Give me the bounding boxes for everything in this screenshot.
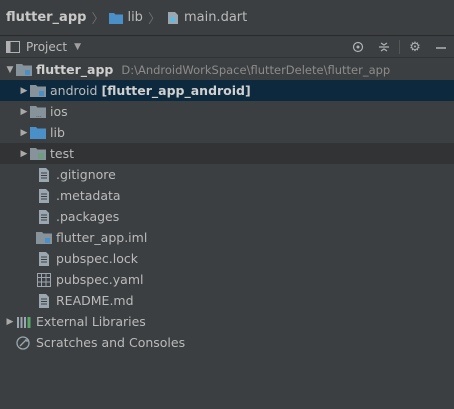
- expand-arrow-icon[interactable]: ▶: [18, 149, 30, 159]
- tree-file-metadata[interactable]: .metadata: [0, 185, 454, 206]
- breadcrumb-separator: 〉: [91, 12, 105, 27]
- breadcrumb-project[interactable]: flutter_app: [6, 10, 86, 25]
- dart-file-icon: [167, 11, 178, 24]
- breadcrumb-folder-label: lib: [127, 10, 143, 25]
- text-file-icon: [36, 251, 52, 266]
- expand-arrow-icon[interactable]: ▶: [18, 107, 30, 117]
- text-file-icon: [36, 167, 52, 182]
- expand-arrow-icon[interactable]: ▼: [4, 65, 16, 75]
- source-folder-icon: [30, 126, 46, 140]
- tree-file-iml[interactable]: flutter_app.iml: [0, 227, 454, 248]
- tree-folder-test[interactable]: ▶ test: [0, 143, 454, 164]
- file-label: .packages: [56, 209, 120, 224]
- breadcrumb-folder[interactable]: lib: [109, 10, 143, 25]
- folder-icon: ...: [30, 105, 46, 119]
- folder-label: lib: [50, 125, 65, 140]
- hide-icon[interactable]: [428, 36, 454, 58]
- file-label: .gitignore: [56, 167, 116, 182]
- breadcrumb-separator: 〉: [147, 12, 161, 27]
- svg-text:...: ...: [36, 112, 42, 118]
- expand-arrow-icon[interactable]: ▶: [4, 317, 16, 327]
- expand-arrow-icon[interactable]: ▶: [18, 128, 30, 138]
- tree-scratches[interactable]: Scratches and Consoles: [0, 332, 454, 353]
- tree-file-gitignore[interactable]: .gitignore: [0, 164, 454, 185]
- file-label: .metadata: [56, 188, 121, 203]
- breadcrumb-file[interactable]: main.dart: [166, 10, 247, 25]
- file-label: flutter_app.iml: [56, 230, 148, 245]
- libraries-icon: [16, 315, 32, 329]
- gear-icon[interactable]: ⚙: [402, 36, 428, 58]
- folder-label: android: [50, 83, 98, 98]
- scratches-icon: [16, 335, 32, 350]
- module-folder-icon: [30, 84, 46, 98]
- toolwindow-title: Project: [26, 39, 68, 54]
- module-folder-icon: [16, 63, 32, 77]
- collapse-all-icon[interactable]: [371, 36, 397, 58]
- markdown-file-icon: [36, 293, 52, 308]
- chevron-down-icon: ▼: [74, 41, 81, 52]
- text-file-icon: [36, 209, 52, 224]
- iml-file-icon: [36, 231, 52, 245]
- tree-file-pubspec-lock[interactable]: pubspec.lock: [0, 248, 454, 269]
- module-name: [flutter_app_android]: [101, 83, 251, 98]
- root-path: D:\AndroidWorkSpace\flutterDelete\flutte…: [121, 62, 391, 77]
- external-libraries-label: External Libraries: [36, 314, 146, 329]
- file-label: pubspec.yaml: [56, 272, 144, 287]
- tree-external-libraries[interactable]: ▶ External Libraries: [0, 311, 454, 332]
- yaml-file-icon: [36, 272, 52, 287]
- tree-folder-ios[interactable]: ▶ ... ios: [0, 101, 454, 122]
- file-label: README.md: [56, 293, 134, 308]
- project-view-icon: [6, 40, 20, 53]
- tree-folder-lib[interactable]: ▶ lib: [0, 122, 454, 143]
- tree-file-packages[interactable]: .packages: [0, 206, 454, 227]
- project-tree: ▼ flutter_app D:\AndroidWorkSpace\flutte…: [0, 59, 454, 353]
- tree-file-pubspec-yaml[interactable]: pubspec.yaml: [0, 269, 454, 290]
- text-file-icon: [36, 188, 52, 203]
- breadcrumb-file-label: main.dart: [183, 10, 248, 25]
- tree-file-readme[interactable]: README.md: [0, 290, 454, 311]
- root-label: flutter_app: [36, 62, 114, 77]
- breadcrumb: flutter_app 〉 lib 〉 main.dart: [0, 0, 454, 36]
- folder-icon: [30, 147, 46, 161]
- project-view-selector[interactable]: Project ▼: [0, 40, 81, 54]
- project-toolwindow-header: Project ▼ ⚙: [0, 36, 454, 58]
- locate-icon[interactable]: [345, 36, 371, 58]
- expand-arrow-icon[interactable]: ▶: [18, 86, 30, 96]
- folder-icon: [109, 12, 124, 24]
- file-label: pubspec.lock: [56, 251, 139, 266]
- folder-label: test: [50, 146, 75, 161]
- toolbar-divider: [399, 40, 400, 54]
- folder-label: ios: [50, 104, 68, 119]
- tree-root[interactable]: ▼ flutter_app D:\AndroidWorkSpace\flutte…: [0, 59, 454, 80]
- scratches-label: Scratches and Consoles: [36, 335, 186, 350]
- tree-folder-android[interactable]: ▶ android [flutter_app_android]: [0, 80, 454, 101]
